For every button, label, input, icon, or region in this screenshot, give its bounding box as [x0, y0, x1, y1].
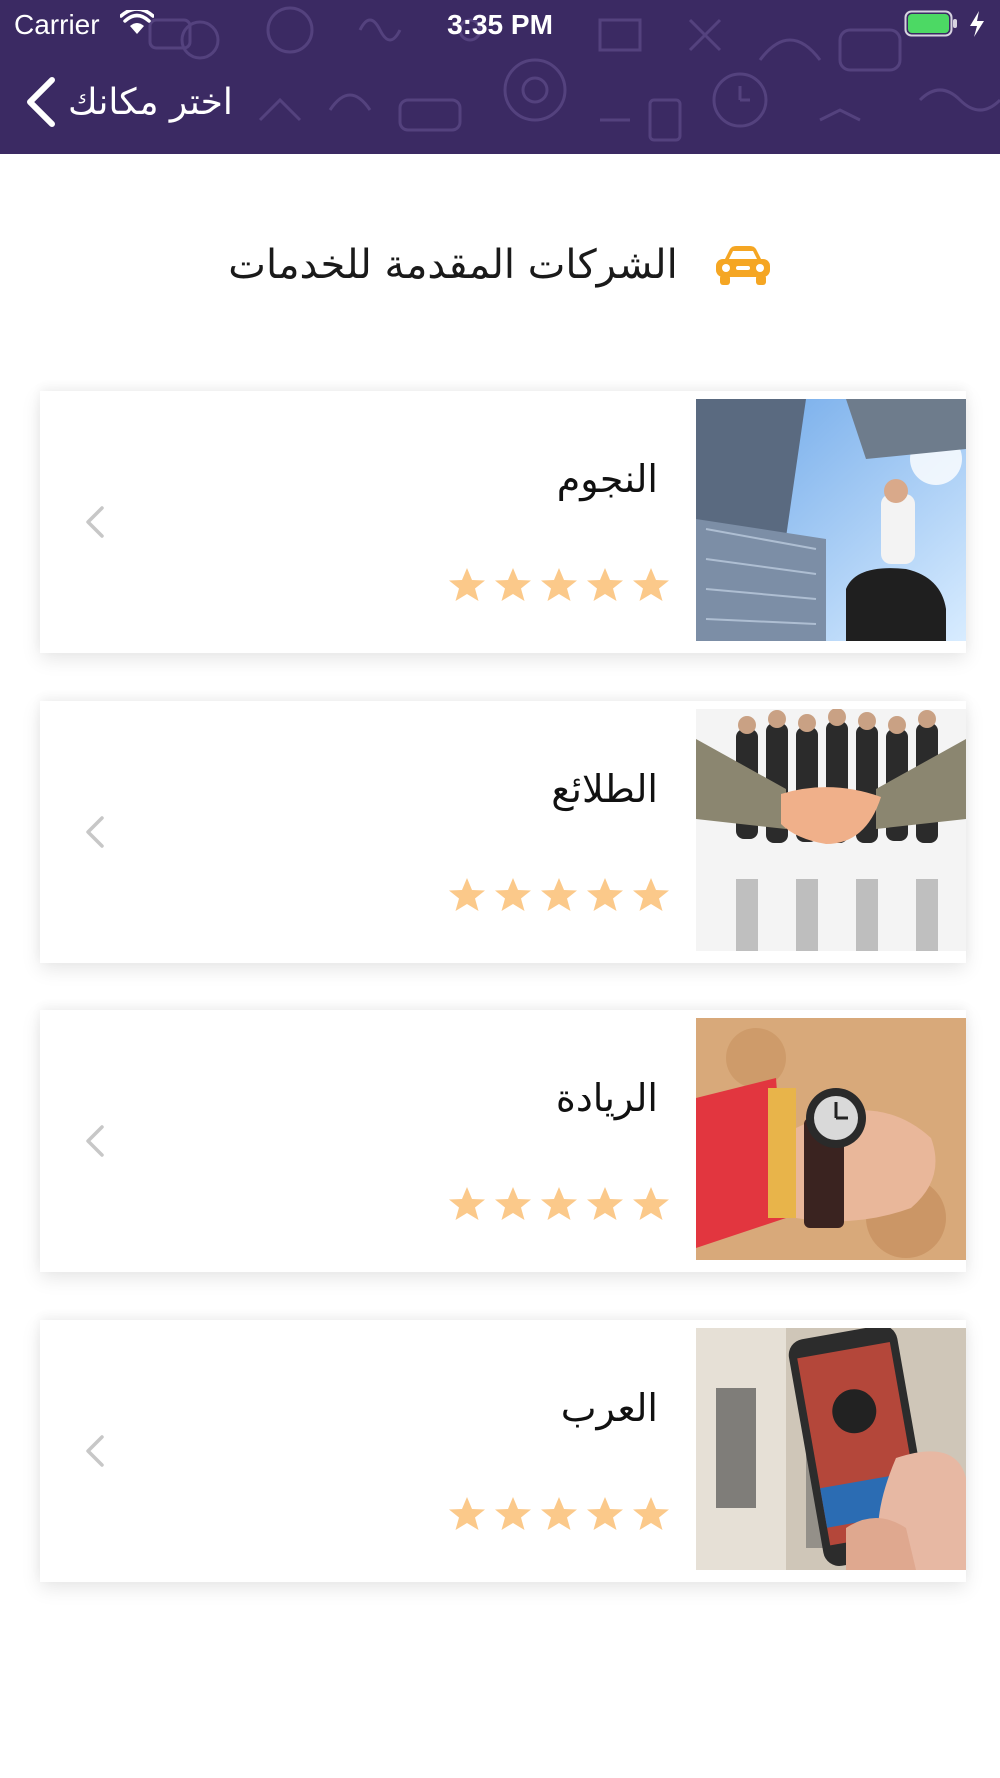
company-image [696, 399, 966, 641]
star-icon [449, 568, 485, 601]
star-icon [541, 1497, 577, 1530]
star-icon [495, 568, 531, 601]
star-icon [495, 1187, 531, 1220]
star-icon [587, 568, 623, 601]
star-icon [633, 1497, 669, 1530]
star-icon [449, 878, 485, 911]
star-icon [495, 878, 531, 911]
nav-header: Carrier 3:35 PM اختر مكانك [0, 0, 1000, 154]
company-name: العرب [560, 1386, 658, 1430]
status-time: 3:35 PM [447, 9, 553, 40]
star-icon [541, 878, 577, 911]
company-card[interactable]: الطلائع [40, 701, 966, 963]
star-icon [587, 878, 623, 911]
star-icon [633, 878, 669, 911]
chevron-left-icon [86, 1435, 104, 1467]
chevron-left-icon [86, 816, 104, 848]
chevron-left-icon [86, 1125, 104, 1157]
chevron-left-icon [86, 506, 104, 538]
company-name: النجوم [556, 457, 658, 501]
status-bar: Carrier 3:35 PM [0, 0, 1000, 50]
star-icon [633, 568, 669, 601]
star-rating [448, 877, 670, 913]
star-icon [541, 1187, 577, 1220]
star-icon [449, 1187, 485, 1220]
star-icon [587, 1187, 623, 1220]
chevron-left-icon [27, 77, 55, 127]
star-rating [448, 567, 670, 603]
company-card[interactable]: النجوم [40, 391, 966, 653]
charging-bolt-icon [970, 11, 984, 37]
company-image [696, 1328, 966, 1570]
star-icon [449, 1497, 485, 1530]
screen: Carrier 3:35 PM اختر مكانك الشركات المقد… [0, 0, 1000, 1778]
battery-icon [904, 10, 957, 37]
star-icon [541, 568, 577, 601]
back-button[interactable]: اختر مكانك [24, 70, 264, 134]
nav-title: اختر مكانك [68, 81, 233, 123]
company-card[interactable]: الريادة [40, 1010, 966, 1272]
star-icon [633, 1187, 669, 1220]
star-rating [448, 1186, 670, 1222]
star-rating [448, 1496, 670, 1532]
star-icon [495, 1497, 531, 1530]
company-name: الريادة [555, 1076, 658, 1120]
company-card[interactable]: العرب [40, 1320, 966, 1582]
company-name: الطلائع [551, 767, 658, 811]
car-icon [715, 246, 770, 285]
section-title: الشركات المقدمة للخدمات [228, 242, 678, 288]
section-heading: الشركات المقدمة للخدمات [0, 230, 1000, 300]
star-icon [587, 1497, 623, 1530]
company-image [696, 709, 966, 951]
company-image [696, 1018, 966, 1260]
